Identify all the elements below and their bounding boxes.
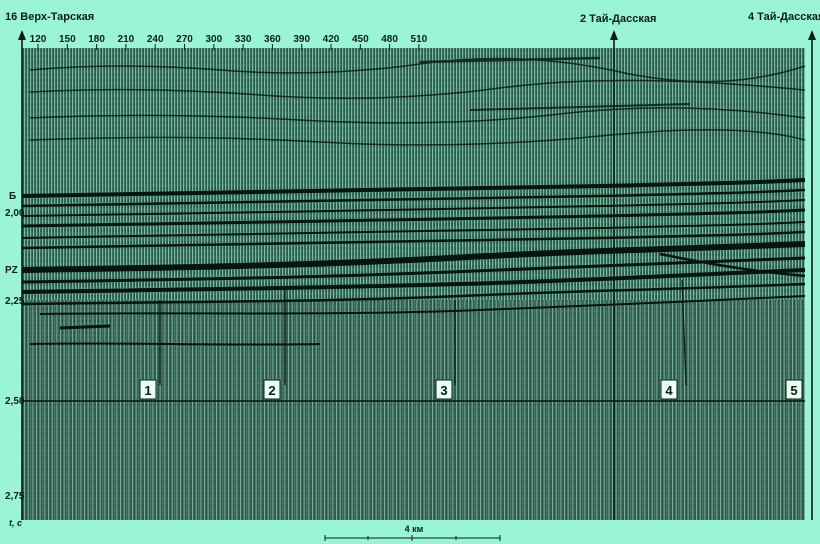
- well-flag-icon: [18, 30, 26, 40]
- trace-axis: 120 150 180 210 240 270 300 330 360 390 420 450 480 5…: [30, 34, 428, 50]
- fault-marker-5: 5: [785, 379, 803, 400]
- trace-label: 240: [147, 34, 164, 45]
- well-label-2-tai-dasskaya: 2 Тай-Дасская: [580, 13, 656, 25]
- fault-marker-3: 3: [435, 379, 453, 400]
- well-flag-icon: [808, 30, 816, 40]
- seismic-section: 16 Верх-Тарская 2 Тай-Дасская 4 Тай-Дасс…: [5, 11, 820, 541]
- trace-label: 420: [323, 34, 340, 45]
- trace-label: 120: [30, 34, 47, 45]
- svg-text:5: 5: [790, 383, 797, 398]
- time-label-2-25: 2,25: [5, 296, 25, 307]
- trace-label: 270: [176, 34, 193, 45]
- svg-text:4: 4: [665, 383, 673, 398]
- fault-marker-4: 4: [660, 379, 678, 400]
- trace-label: 180: [88, 34, 105, 45]
- seismic-panel-lower: [22, 300, 805, 520]
- horizon-label-pz: PZ: [5, 265, 18, 276]
- time-label-2-50: 2,50: [5, 396, 25, 407]
- trace-label: 330: [235, 34, 252, 45]
- svg-text:2: 2: [268, 383, 275, 398]
- svg-text:3: 3: [440, 383, 447, 398]
- trace-label: 480: [381, 34, 398, 45]
- trace-label: 150: [59, 34, 76, 45]
- scale-bar: [324, 535, 501, 541]
- trace-label: 450: [352, 34, 369, 45]
- well-label-4-tai-dasskaya: 4 Тай-Дасская: [748, 11, 820, 23]
- fault-marker-2: 2: [263, 379, 281, 400]
- scale-label: 4 км: [405, 524, 424, 534]
- fault-marker-1: 1: [139, 379, 157, 400]
- trace-label: 210: [118, 34, 135, 45]
- trace-label: 300: [205, 34, 222, 45]
- time-label-2-00: 2,00: [5, 208, 25, 219]
- svg-text:1: 1: [144, 383, 151, 398]
- horizon-label-b: Б: [9, 191, 16, 202]
- well-flag-icon: [610, 30, 618, 40]
- trace-label: 390: [293, 34, 310, 45]
- trace-label: 510: [411, 34, 428, 45]
- time-label-2-75: 2,75: [5, 491, 25, 502]
- well-label-16-verkh-tarskaya: 16 Верх-Тарская: [5, 11, 94, 23]
- trace-label: 360: [264, 34, 281, 45]
- time-axis-unit: t, с: [9, 518, 22, 528]
